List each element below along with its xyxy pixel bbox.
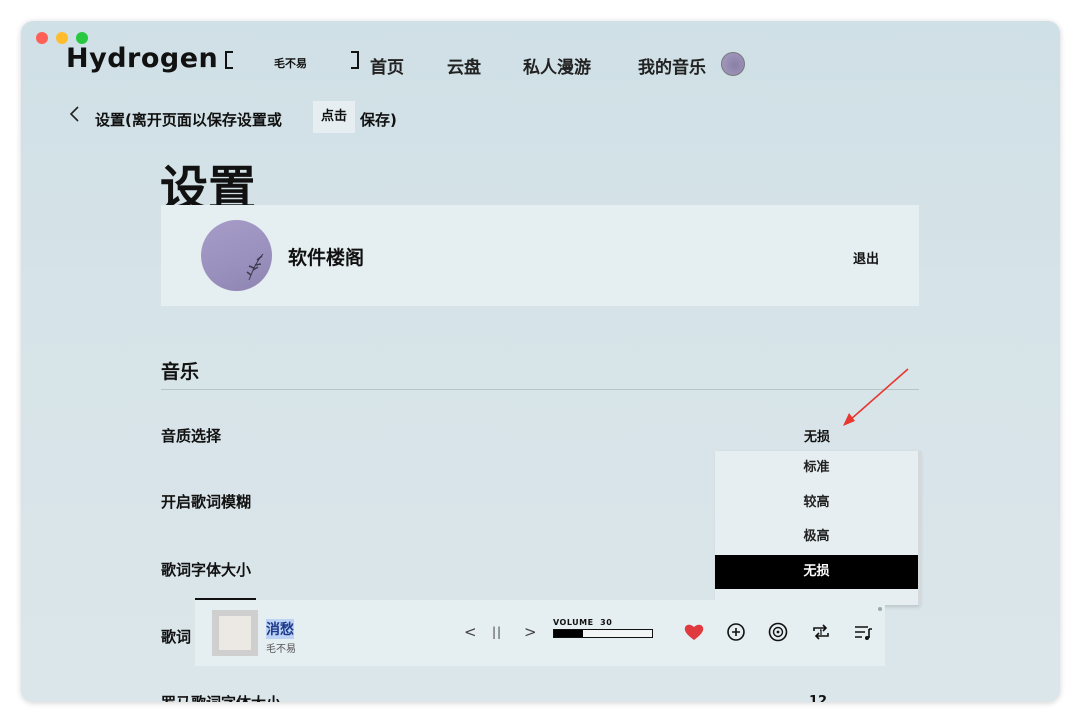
setting-label-quality: 音质选择 — [161, 427, 222, 445]
dropdown-option-higher[interactable]: 较高 — [715, 486, 918, 521]
save-click-button[interactable]: 点击 — [313, 101, 355, 133]
quality-select[interactable]: 无损 — [804, 426, 830, 445]
bracket-right-icon — [351, 51, 359, 69]
volume-value: 30 — [600, 618, 613, 627]
romaji-size-value[interactable]: 12 — [809, 694, 827, 702]
section-title-music: 音乐 — [161, 361, 200, 383]
player-bar: 消愁 毛不易 < || > VOLUME 30 — [195, 598, 885, 666]
app-window: Hydrogen 毛不易 首页 云盘 私人漫游 我的音乐 设置(离开页面以保存设… — [21, 21, 1060, 702]
window-close-button[interactable] — [36, 32, 48, 44]
nav-current-playing[interactable]: 毛不易 — [274, 55, 307, 71]
nav-cloud[interactable]: 云盘 — [447, 53, 481, 78]
logout-button[interactable]: 退出 — [853, 248, 879, 267]
nav-home[interactable]: 首页 — [370, 53, 404, 78]
prev-button[interactable]: < — [464, 623, 477, 641]
pause-button[interactable]: || — [492, 625, 502, 639]
volume-slider[interactable] — [553, 629, 653, 638]
setting-label-lyric-blur: 开启歌词模糊 — [161, 493, 252, 511]
user-name: 软件楼阁 — [288, 247, 365, 269]
dropdown-scrollbar[interactable] — [918, 451, 922, 605]
next-button[interactable]: > — [524, 623, 537, 641]
playlist-icon[interactable] — [852, 621, 874, 643]
section-divider — [161, 389, 919, 390]
breadcrumb-prefix: 设置(离开页面以保存设置或 — [95, 111, 282, 129]
repeat-icon[interactable] — [810, 621, 832, 643]
song-artist[interactable]: 毛不易 — [266, 640, 296, 655]
nav-avatar[interactable] — [721, 52, 745, 76]
heart-icon[interactable] — [683, 621, 705, 643]
dropdown-option-highest[interactable]: 极高 — [715, 520, 918, 555]
back-arrow-icon[interactable] — [68, 105, 80, 128]
bracket-left-icon — [225, 51, 233, 69]
player-dot — [878, 607, 882, 611]
nav-private-roaming[interactable]: 私人漫游 — [523, 53, 591, 78]
user-avatar — [201, 220, 272, 291]
quality-dropdown: 标准 较高 极高 无损 — [715, 451, 922, 605]
setting-label-romaji-size: 罗马歌词字体大小 — [161, 692, 281, 702]
album-cover[interactable] — [212, 610, 258, 656]
setting-label-lyric-size: 歌词字体大小 — [161, 561, 252, 579]
add-circle-icon[interactable] — [725, 621, 747, 643]
dropdown-option-standard[interactable]: 标准 — [715, 451, 918, 486]
setting-label-lyric: 歌词 — [161, 628, 192, 646]
song-title[interactable]: 消愁 — [266, 619, 294, 639]
progress-indicator[interactable] — [195, 598, 256, 600]
user-card: 软件楼阁 退出 — [161, 205, 919, 306]
disc-icon[interactable] — [767, 621, 789, 643]
dropdown-option-lossless[interactable]: 无损 — [715, 554, 918, 589]
breadcrumb-suffix: 保存) — [360, 111, 397, 129]
nav-my-music[interactable]: 我的音乐 — [638, 53, 706, 78]
app-logo: Hydrogen — [66, 43, 219, 74]
volume-label: VOLUME 30 — [553, 618, 613, 627]
